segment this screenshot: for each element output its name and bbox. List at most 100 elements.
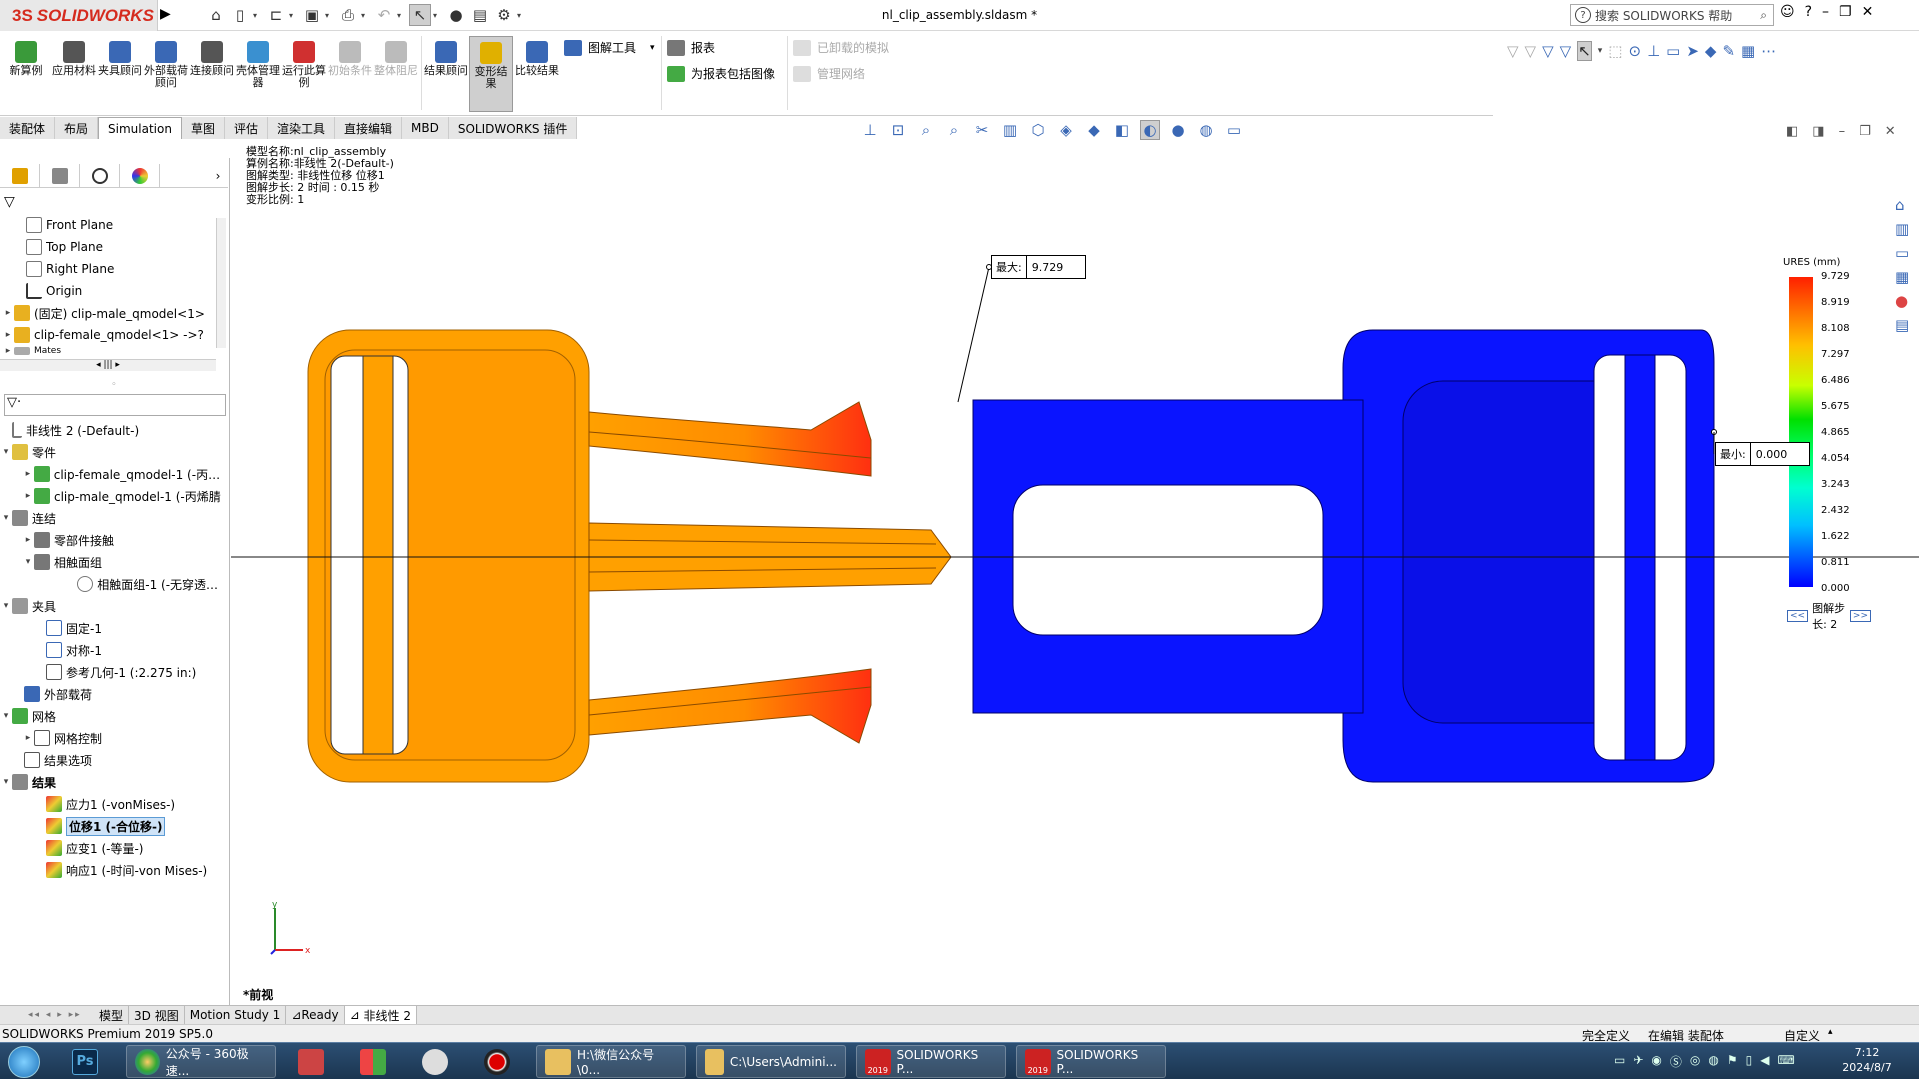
monitor-icon[interactable]: ▭: [1224, 120, 1244, 140]
initial-conditions-button[interactable]: 初始条件: [328, 41, 372, 77]
keyboard-icon[interactable]: ▭: [1614, 1053, 1625, 1070]
tree-item[interactable]: 应力1 (-vonMises-): [0, 793, 228, 815]
pin-icon[interactable]: ✈: [1633, 1053, 1643, 1070]
restore-icon[interactable]: ❐: [1839, 4, 1852, 20]
chevron-down-icon[interactable]: ▾: [397, 4, 407, 26]
chevron-down-icon[interactable]: ▾: [361, 4, 371, 26]
tab-scroll-icon[interactable]: ◂◂ ◂ ▸ ▸▸: [0, 1010, 94, 1020]
taskbar-app-2[interactable]: [360, 1045, 386, 1078]
file-properties-icon[interactable]: ▤: [469, 4, 491, 26]
chevron-down-icon[interactable]: ▾: [517, 4, 527, 26]
horizontal-scrollbar[interactable]: ◂ ||| ▸: [0, 359, 216, 371]
appearances-icon[interactable]: ●: [1895, 292, 1909, 310]
tab-motion-study[interactable]: Motion Study 1: [185, 1005, 287, 1025]
select-icon[interactable]: ↖: [409, 4, 431, 26]
max-value-callout[interactable]: 最大: 9.729: [991, 255, 1086, 279]
solidworks-logo[interactable]: 3S SOLIDWORKS: [0, 0, 158, 31]
graphics-area[interactable]: 模型名称:nl_clip_assembly 算例名称:非线性 2(-Defaul…: [231, 140, 1919, 1006]
zoom-area-icon[interactable]: ⌕: [916, 120, 936, 140]
panel-splitter[interactable]: ◦: [0, 380, 228, 390]
female-clip-part[interactable]: [972, 329, 1715, 783]
tree-item[interactable]: 结果选项: [0, 749, 228, 771]
select-mode-icon[interactable]: ↖: [1577, 41, 1592, 61]
tree-expander[interactable]: ▾: [0, 777, 12, 787]
tree-item[interactable]: ▾ 零件: [0, 441, 228, 463]
taskbar-solidworks-1[interactable]: 2019 SOLIDWORKS P...: [856, 1045, 1006, 1078]
help-search-input[interactable]: ? 搜索 SOLIDWORKS 帮助 ⌕: [1570, 4, 1774, 26]
close-icon[interactable]: ✕: [1862, 4, 1874, 20]
study-tree-filter[interactable]: ▽·: [4, 394, 226, 416]
tree-item[interactable]: 固定-1: [0, 617, 228, 639]
home-icon[interactable]: ⌂: [1895, 196, 1909, 214]
tree-item[interactable]: Front Plane: [0, 214, 228, 236]
taskbar-browser[interactable]: 公众号 - 360极速...: [126, 1045, 276, 1078]
tree-item-selected[interactable]: 位移1 (-合位移-): [0, 815, 228, 837]
tree-item[interactable]: ▸ (固定) clip-male_qmodel<1>: [0, 302, 228, 324]
section-view-icon[interactable]: ✂: [972, 120, 992, 140]
tab-model[interactable]: 模型: [94, 1005, 130, 1025]
app-tray-icon[interactable]: ◍: [1708, 1053, 1718, 1070]
tree-item[interactable]: ▸ Mates: [0, 346, 228, 356]
minimize-icon[interactable]: –: [1822, 4, 1829, 20]
tree-expander[interactable]: ▸: [22, 469, 34, 479]
tree-expander[interactable]: ▾: [0, 513, 12, 523]
file-explorer-icon[interactable]: ▭: [1895, 244, 1909, 262]
tab-configuration-manager[interactable]: [80, 164, 120, 188]
tree-item[interactable]: 参考几何-1 (:2.275 in:): [0, 661, 228, 683]
custom-properties-icon[interactable]: ▤: [1895, 316, 1909, 334]
menu-expand-icon[interactable]: ▶: [160, 6, 171, 22]
tab-sketch[interactable]: 草图: [181, 117, 225, 139]
tree-expander[interactable]: ▸: [2, 308, 14, 318]
tree-item[interactable]: 应变1 (-等量-): [0, 837, 228, 859]
report-button[interactable]: 报表: [667, 39, 715, 56]
external-loads-advisor-button[interactable]: 外部载荷顾问: [144, 41, 188, 89]
view-orientation-icon[interactable]: ◈: [1056, 120, 1076, 140]
design-library-icon[interactable]: ▥: [1895, 220, 1909, 238]
previous-view-icon[interactable]: ⌕: [944, 120, 964, 140]
traffic-light-icon[interactable]: ●: [445, 4, 467, 26]
taskbar-explorer-1[interactable]: H:\微信公众号\0...: [536, 1045, 686, 1078]
cube-icon[interactable]: ◆: [1705, 42, 1717, 60]
viewport-restore-icon[interactable]: ❐: [1859, 124, 1871, 139]
tree-item[interactable]: ▸ clip-female_qmodel-1 (-丙烯腈: [0, 463, 228, 485]
tree-item[interactable]: 对称-1: [0, 639, 228, 661]
search-icon[interactable]: ⌕: [1760, 8, 1767, 23]
view-palette-icon[interactable]: ▦: [1895, 268, 1909, 286]
tab-evaluate[interactable]: 评估: [224, 117, 268, 139]
filter-faces-icon[interactable]: ▽: [1525, 42, 1537, 60]
new-document-icon[interactable]: ▯: [229, 4, 251, 26]
scene-icon[interactable]: ●: [1168, 120, 1188, 140]
action-center-icon[interactable]: ⚑: [1727, 1053, 1738, 1070]
run-study-button[interactable]: 运行此算例: [282, 41, 326, 89]
min-value-callout[interactable]: 最小: 0.000: [1715, 442, 1810, 466]
taskbar-explorer-2[interactable]: C:\Users\Admini...: [696, 1045, 846, 1078]
ime-icon[interactable]: Ⓢ: [1670, 1053, 1682, 1070]
dimension-icon[interactable]: ▦: [1741, 42, 1755, 60]
tree-item[interactable]: 响应1 (-时间-von Mises-): [0, 859, 228, 881]
vertical-scrollbar[interactable]: [216, 218, 226, 348]
filter-icon[interactable]: ▽: [1507, 42, 1519, 60]
tab-render-tools[interactable]: 渲染工具: [267, 117, 335, 139]
tree-item[interactable]: Top Plane: [0, 236, 228, 258]
chevron-up-icon[interactable]: ▴: [1828, 1027, 1833, 1037]
manage-network-button[interactable]: 管理网络: [793, 65, 865, 82]
hide-show-icon[interactable]: ◧: [1112, 120, 1132, 140]
chevron-down-icon[interactable]: ▾: [253, 4, 263, 26]
tree-expander[interactable]: ▾: [0, 447, 12, 457]
triad-view-icon[interactable]: ⊥: [860, 120, 880, 140]
shell-manager-button[interactable]: 壳体管理器: [236, 41, 280, 89]
tree-item[interactable]: Origin: [0, 280, 228, 302]
plane-icon[interactable]: ▭: [1666, 42, 1680, 60]
tree-item[interactable]: ▾ 夹具: [0, 595, 228, 617]
tree-item[interactable]: ▾ 连结: [0, 507, 228, 529]
color-legend[interactable]: URES (mm) 9.729 8.919 8.108 7.297 6.486 …: [1751, 257, 1871, 777]
tree-item[interactable]: ▾ 结果: [0, 771, 228, 793]
display-style-icon[interactable]: ⬡: [1028, 120, 1048, 140]
include-image-button[interactable]: 为报表包括图像: [667, 65, 775, 82]
chevron-down-icon[interactable]: ▾: [325, 4, 335, 26]
print-icon[interactable]: ⎙: [337, 4, 359, 26]
global-damping-button[interactable]: 整体阻尼: [374, 41, 418, 77]
tree-item[interactable]: ▾ 网格: [0, 705, 228, 727]
tree-item[interactable]: 非线性 2 (-Default-): [0, 419, 228, 441]
tree-expander[interactable]: ▸: [2, 330, 14, 340]
